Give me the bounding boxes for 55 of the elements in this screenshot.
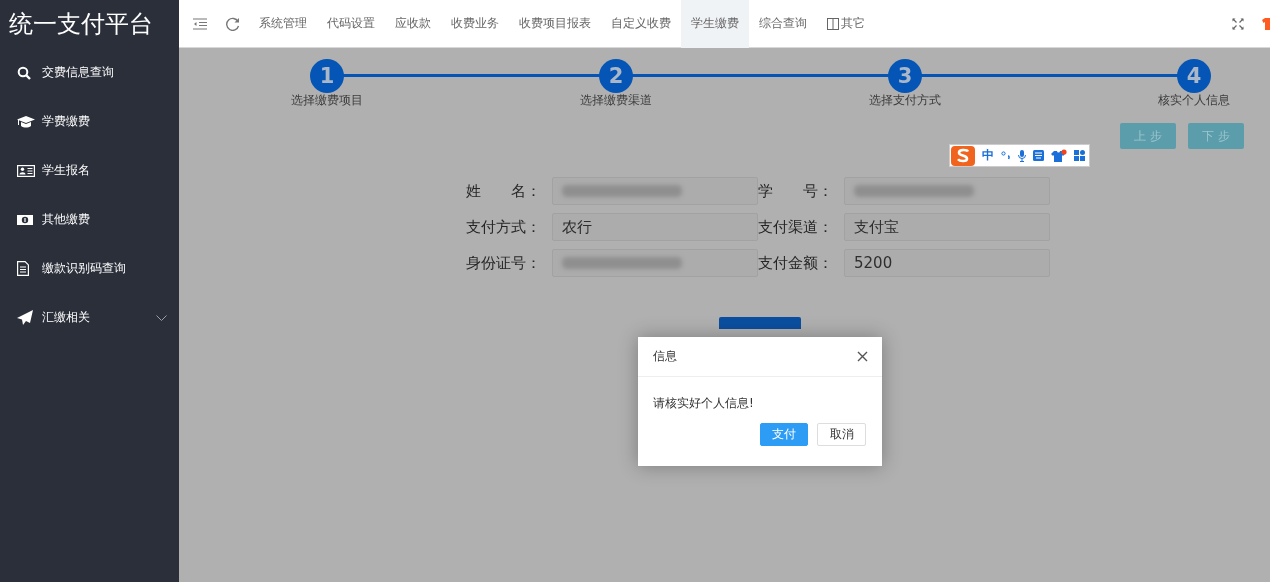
sidebar-item[interactable]: 缴款识别码查询 (0, 244, 179, 293)
field-label: 支付渠道： (758, 217, 834, 237)
input-field[interactable]: 支付宝 (844, 213, 1050, 241)
nav-tab[interactable]: 应收款 (385, 0, 441, 48)
sidebar-item[interactable]: 学费缴费 (0, 97, 179, 146)
search-icon (17, 65, 31, 80)
step-circle: 4 (1177, 59, 1211, 93)
sidebar-item[interactable]: 学生报名 (0, 146, 179, 195)
input-field[interactable] (844, 177, 1050, 205)
punctuation-icon (1001, 150, 1011, 161)
field-label: 学 号： (758, 181, 834, 201)
sidebar-item[interactable]: 其他缴费 (0, 195, 179, 244)
nav-tab[interactable]: 其它 (817, 0, 875, 48)
close-icon[interactable] (857, 351, 868, 362)
id-card-icon (17, 164, 35, 177)
graduation-cap-icon (17, 115, 35, 128)
input-mode-label[interactable]: 中 (982, 147, 994, 164)
chevron-down-icon (156, 314, 167, 321)
columns-icon (827, 17, 839, 30)
field-label: 支付金额： (758, 253, 834, 273)
banknote-icon (17, 214, 33, 225)
document-icon (17, 261, 29, 276)
input-field[interactable] (552, 249, 758, 277)
sidebar-item[interactable]: 汇缴相关 (0, 293, 179, 342)
step-circle: 3 (888, 59, 922, 93)
nav-tab[interactable]: 学生缴费 (681, 0, 749, 48)
keyboard-icon (1033, 150, 1044, 161)
sidebar-item[interactable]: 交费信息查询 (0, 48, 179, 97)
input-field[interactable] (552, 177, 758, 205)
submit-button[interactable] (719, 317, 801, 329)
grid-icon (1074, 150, 1085, 161)
nav-tab[interactable]: 综合查询 (749, 0, 817, 48)
input-field[interactable]: 5200 (844, 249, 1050, 277)
step-label: 选择支付方式 (869, 92, 941, 109)
dialog-message: 请核实好个人信息! (652, 395, 755, 412)
step-label: 选择缴费项目 (291, 92, 363, 109)
step-label: 选择缴费渠道 (580, 92, 652, 109)
field-label: 身份证号： (466, 253, 542, 273)
nav-tab[interactable]: 自定义收费 (601, 0, 681, 48)
nav-tab[interactable]: 系统管理 (249, 0, 317, 48)
step-circle: 1 (310, 59, 344, 93)
step-label: 核实个人信息 (1158, 92, 1230, 109)
nav-tab[interactable]: 收费项目报表 (509, 0, 601, 48)
dialog-title: 信息 (653, 348, 677, 365)
microphone-icon (1018, 149, 1026, 162)
cancel-button[interactable]: 取消 (817, 423, 866, 446)
input-field[interactable]: 农行 (552, 213, 758, 241)
nav-tab[interactable]: 收费业务 (441, 0, 509, 48)
app-title: 统一支付平台 (8, 9, 154, 40)
nav-tab[interactable]: 代码设置 (317, 0, 385, 48)
field-label: 支付方式： (466, 217, 542, 237)
paper-plane-icon (17, 310, 33, 325)
field-label: 姓 名： (466, 181, 542, 201)
step-circle: 2 (599, 59, 633, 93)
shirt-icon (1051, 149, 1067, 162)
